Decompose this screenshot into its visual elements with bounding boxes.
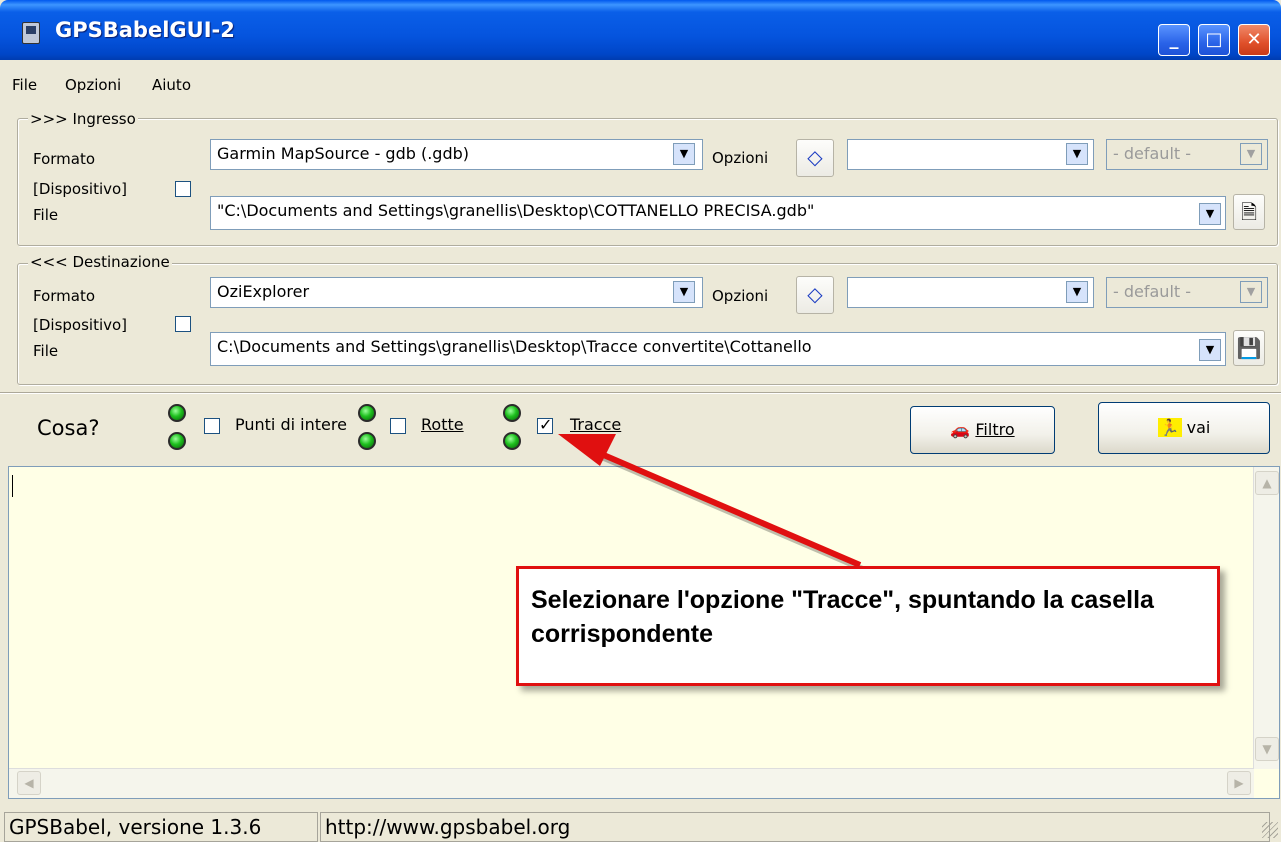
waypoints-label[interactable]: Punti di intere <box>235 415 355 434</box>
scroll-right-icon[interactable]: ▶ <box>1227 771 1251 795</box>
output-default-value: - default - <box>1113 282 1192 301</box>
led-icon <box>168 432 186 450</box>
maximize-icon: □ <box>1205 29 1223 50</box>
menu-options[interactable]: Opzioni <box>65 76 121 94</box>
waypoints-checkbox[interactable] <box>204 418 220 434</box>
close-icon: ✕ <box>1246 29 1262 50</box>
input-format-label: Formato <box>33 150 96 168</box>
go-button-label: vai <box>1186 418 1211 437</box>
input-legend: >>> Ingresso <box>28 110 138 128</box>
vertical-scrollbar[interactable]: ▲ ▼ <box>1253 467 1279 769</box>
led-icon <box>503 432 521 450</box>
scroll-left-icon[interactable]: ◀ <box>17 771 41 795</box>
gps-app-icon <box>22 22 40 44</box>
output-file-select[interactable]: C:\Documents and Settings\granellis\Desk… <box>210 332 1226 366</box>
led-icon <box>358 404 376 422</box>
eraser-options-icon: ◇ <box>807 282 823 306</box>
input-options-button[interactable]: ◇ <box>796 139 834 177</box>
menu-help[interactable]: Aiuto <box>152 76 191 94</box>
status-url: http://www.gpsbabel.org <box>320 812 1270 842</box>
input-format-select[interactable]: Garmin MapSource - gdb (.gdb) <box>210 139 703 170</box>
input-file-label: File <box>33 206 59 224</box>
input-device-checkbox[interactable] <box>175 181 191 197</box>
output-options-button[interactable]: ◇ <box>796 276 834 314</box>
window-title: GPSBabelGUI-2 <box>55 18 235 42</box>
maximize-button[interactable]: □ <box>1198 24 1230 56</box>
output-format-value: OziExplorer <box>217 282 310 301</box>
input-file-select[interactable]: "C:\Documents and Settings\granellis\Des… <box>210 196 1226 230</box>
chevron-down-icon[interactable]: ▼ <box>673 143 695 165</box>
led-icon <box>503 404 521 422</box>
filter-button[interactable]: 🚗 Filtro <box>910 406 1055 454</box>
scroll-down-icon[interactable]: ▼ <box>1255 737 1279 761</box>
open-file-button[interactable]: 🗎 <box>1233 194 1265 230</box>
save-file-button[interactable]: 💾 <box>1233 330 1265 366</box>
chevron-down-icon[interactable]: ▼ <box>1066 281 1088 303</box>
chevron-down-icon[interactable]: ▼ <box>1066 143 1088 165</box>
filter-button-label: Filtro <box>975 420 1015 439</box>
annotation-callout: Selezionare l'opzione "Tracce", spuntand… <box>516 566 1220 686</box>
save-file-icon: 💾 <box>1236 336 1262 360</box>
output-file-label: File <box>33 342 59 360</box>
horizontal-scrollbar[interactable]: ◀ ▶ <box>9 768 1254 798</box>
status-version: GPSBabel, versione 1.3.6 <box>4 812 318 842</box>
output-device-checkbox[interactable] <box>175 316 191 332</box>
output-device-label: [Dispositivo] <box>33 316 128 334</box>
chevron-down-icon[interactable]: ▼ <box>673 281 695 303</box>
routes-label[interactable]: Rotte <box>421 415 464 434</box>
text-cursor <box>12 475 13 497</box>
eraser-options-icon: ◇ <box>807 145 823 169</box>
input-device-label: [Dispositivo] <box>33 180 128 198</box>
destination-legend: <<< Destinazione <box>28 253 172 271</box>
go-button[interactable]: 🏃 vai <box>1098 402 1270 454</box>
resize-grip[interactable] <box>1262 822 1278 838</box>
chevron-down-icon[interactable]: ▼ <box>1199 339 1221 361</box>
what-label: Cosa? <box>37 416 100 440</box>
chevron-down-icon[interactable]: ▼ <box>1199 203 1221 225</box>
input-options-select[interactable] <box>847 139 1094 170</box>
led-icon <box>168 404 186 422</box>
scroll-up-icon[interactable]: ▲ <box>1255 471 1279 495</box>
output-format-label: Formato <box>33 287 96 305</box>
led-icon <box>358 432 376 450</box>
run-icon: 🏃 <box>1157 418 1182 437</box>
filter-car-icon: 🚗 <box>950 420 971 439</box>
input-file-value: "C:\Documents and Settings\granellis\Des… <box>217 201 815 220</box>
menu-bar <box>0 60 1281 100</box>
output-file-value: C:\Documents and Settings\granellis\Desk… <box>217 337 812 356</box>
close-button[interactable]: ✕ <box>1238 24 1270 56</box>
chevron-down-icon: ▼ <box>1240 281 1262 303</box>
routes-checkbox[interactable] <box>390 418 406 434</box>
output-options-label: Opzioni <box>712 287 769 305</box>
output-format-select[interactable]: OziExplorer <box>210 277 703 308</box>
chevron-down-icon: ▼ <box>1240 143 1262 165</box>
menu-file[interactable]: File <box>12 76 37 94</box>
minimize-button[interactable]: _ <box>1158 24 1190 56</box>
annotation-arrow <box>558 434 867 573</box>
open-file-icon: 🗎 <box>1240 200 1258 224</box>
minimize-icon: _ <box>1169 29 1179 50</box>
separator <box>0 392 1281 394</box>
input-options-label: Opzioni <box>712 149 769 167</box>
input-default-value: - default - <box>1113 144 1192 163</box>
output-options-select[interactable] <box>847 277 1094 308</box>
input-format-value: Garmin MapSource - gdb (.gdb) <box>217 144 470 163</box>
